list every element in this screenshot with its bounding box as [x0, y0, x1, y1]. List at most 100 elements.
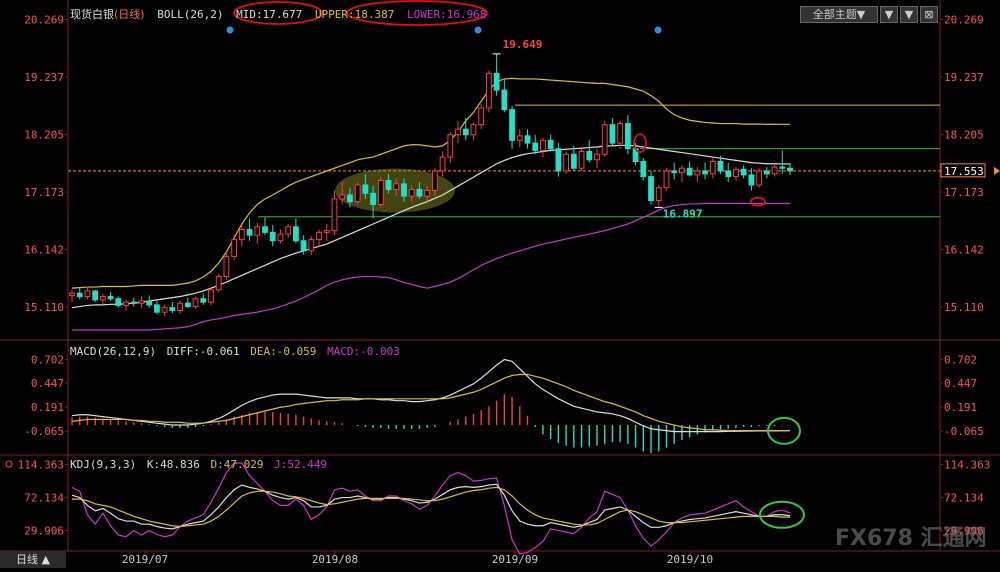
kdj-label: KDJ(9,3,3): [70, 458, 137, 471]
current-price-label: 17.553: [944, 165, 984, 178]
candle-body: [570, 153, 577, 169]
candle: [455, 120, 461, 144]
candle: [601, 120, 608, 158]
candle-body: [740, 168, 747, 176]
candle-body: [424, 190, 431, 197]
event-marker-dot: [474, 26, 482, 34]
candle-body: [563, 153, 570, 172]
candle: [578, 148, 585, 171]
candle-body: [709, 161, 716, 175]
candle: [84, 286, 91, 300]
candle-body: [787, 167, 793, 172]
candle: [231, 235, 238, 261]
candle: [725, 162, 732, 183]
candle-body: [323, 230, 330, 233]
candle-body: [679, 167, 685, 174]
price-tick-label: 19.237: [24, 71, 64, 84]
candle-body: [617, 123, 624, 144]
macd-tick-label: 0.447: [944, 377, 977, 390]
candle-body: [578, 150, 585, 169]
candle-body: [146, 300, 153, 306]
candle-body: [292, 226, 299, 242]
candle: [763, 167, 770, 179]
diff-value: DIFF:-0.061: [166, 345, 240, 358]
window-menu-button[interactable]: ▼: [880, 6, 898, 23]
candle: [99, 293, 106, 305]
candle-body: [408, 188, 415, 197]
candle: [740, 165, 747, 179]
price-tick-label: 18.205: [944, 128, 984, 141]
candle-body: [154, 304, 160, 313]
candle-body: [84, 290, 91, 298]
candle: [69, 289, 75, 303]
candle-body: [200, 298, 207, 303]
candle-body: [161, 307, 168, 313]
candle: [594, 148, 600, 169]
candle-body: [462, 128, 469, 136]
price-tick-label: 18.205: [24, 128, 64, 141]
current-price-pointer: [994, 166, 1000, 175]
candle-body: [76, 292, 83, 298]
candle: [586, 140, 593, 163]
candle: [478, 104, 485, 130]
period-selector-button[interactable]: 日线 ▲: [0, 551, 66, 568]
candle-body: [300, 240, 307, 252]
candle-body: [601, 124, 608, 155]
candle-body: [177, 302, 183, 311]
candle-body: [339, 194, 346, 200]
panel-settings-icon: [5, 460, 13, 468]
candle: [509, 105, 515, 149]
candle-body: [308, 239, 315, 252]
close-icon[interactable]: ⊠: [920, 6, 938, 23]
watermark-logo: FX678 汇通网: [835, 526, 987, 551]
candle-body: [385, 179, 392, 190]
macd-tick-label: 0.191: [944, 401, 977, 414]
candle-body: [254, 226, 261, 236]
candle: [138, 296, 145, 308]
candle: [609, 118, 616, 146]
price-tick-label: 17.173: [944, 186, 984, 199]
kdj-tick-label: 72.134: [944, 491, 984, 504]
candle-body: [223, 255, 230, 277]
price-tick-label: 20.269: [944, 13, 984, 26]
boll-label: BOLL(26,2): [157, 8, 224, 21]
candle: [316, 229, 322, 247]
candle: [354, 182, 361, 205]
kdj-j-line: [71, 462, 791, 555]
candle: [192, 296, 199, 309]
candle-body: [262, 226, 268, 233]
candle-body: [447, 134, 454, 158]
macd-header: MACD(26,12,9) DIFF:-0.061 DEA:-0.059 MAC…: [70, 345, 400, 358]
candle-body: [138, 300, 145, 304]
price-tick-label: 15.110: [24, 301, 64, 314]
candle-body: [92, 290, 99, 301]
price-tick-label: 19.237: [944, 71, 984, 84]
candle-body: [717, 161, 724, 172]
candle-body: [555, 148, 562, 172]
candle: [516, 129, 523, 148]
price-tick-label: 15.110: [944, 301, 984, 314]
candle-body: [509, 109, 515, 141]
candle: [733, 167, 739, 181]
price-tick-label: 16.142: [944, 244, 984, 257]
candle-body: [69, 292, 75, 296]
template-dropdown[interactable]: 全部主题▼: [800, 6, 878, 23]
boll-lower-value: LOWER:16.968: [407, 8, 487, 21]
candle-body: [285, 226, 292, 235]
candle: [671, 162, 678, 180]
candle-body: [663, 170, 670, 189]
candle-body: [478, 107, 485, 126]
candle: [107, 292, 114, 301]
candle: [470, 122, 477, 141]
window-restore-button[interactable]: ▼: [900, 6, 918, 23]
kdj-tick-label: 29.906: [24, 525, 64, 538]
candle-body: [99, 296, 106, 301]
candle: [524, 129, 531, 149]
candle: [184, 297, 191, 308]
candle-body: [269, 231, 276, 242]
candle: [655, 184, 662, 208]
candle-body: [547, 139, 554, 150]
peak-price-label: 19.649: [503, 38, 543, 51]
candle: [439, 151, 446, 177]
candle-body: [486, 72, 492, 109]
